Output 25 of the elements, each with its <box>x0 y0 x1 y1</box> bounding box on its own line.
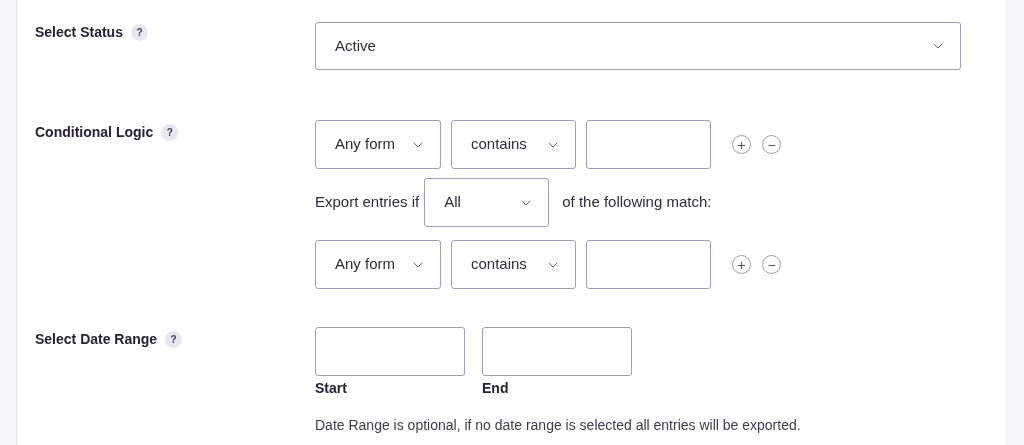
field-label: Conditional Logic <box>35 123 154 142</box>
add-rule-button[interactable]: + <box>732 255 751 274</box>
end-date-field[interactable] <box>482 327 632 376</box>
help-note: Date Range is optional, if no date range is selected all entries will be exported. <box>315 416 801 435</box>
status-select[interactable]: Active <box>315 22 961 70</box>
help-icon[interactable]: ? <box>161 124 179 141</box>
end-label: End <box>482 379 510 398</box>
dropdown-select[interactable]: Any form <box>315 240 441 289</box>
help-icon[interactable]: ? <box>165 331 183 348</box>
remove-rule-button[interactable]: − <box>762 255 781 274</box>
help-icon[interactable]: ? <box>130 24 148 41</box>
input-field[interactable] <box>586 240 711 289</box>
start-date-field[interactable] <box>315 327 465 376</box>
field-label: Select Status <box>35 23 123 42</box>
dropdown-select[interactable]: All <box>424 178 550 227</box>
dropdown-select[interactable]: contains <box>451 240 576 289</box>
dropdown-select[interactable]: Any form <box>315 120 441 169</box>
match-prefix-text: Export entries if <box>315 192 420 213</box>
add-rule-button[interactable]: + <box>732 135 751 154</box>
input-field[interactable] <box>586 120 711 169</box>
dropdown-select[interactable]: contains <box>451 120 576 169</box>
field-label: Select Date Range <box>35 330 158 349</box>
remove-rule-button[interactable]: − <box>762 135 781 154</box>
match-suffix-text: of the following match: <box>562 192 712 213</box>
start-label: Start <box>315 379 348 398</box>
